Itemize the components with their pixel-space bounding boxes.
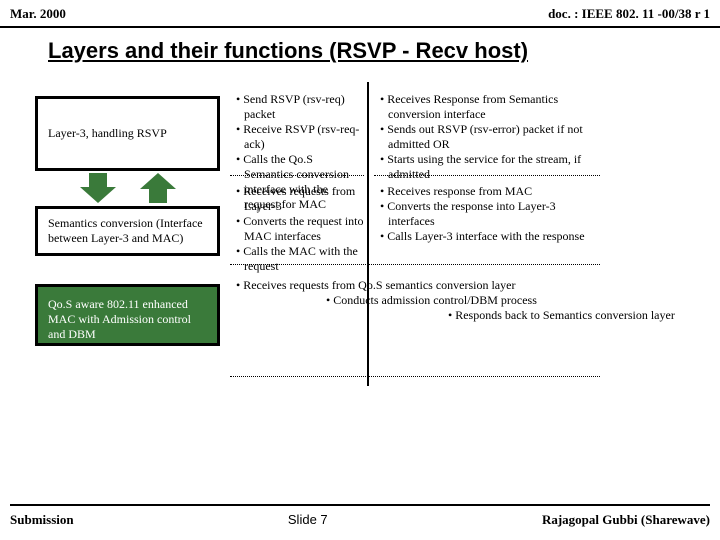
header-bar: Mar. 2000 doc. : IEEE 802. 11 -00/38 r 1	[0, 0, 720, 22]
dotted-rule	[374, 175, 600, 176]
bullet: Conducts admission control/DBM process	[326, 293, 704, 308]
box-semconv: Semantics conversion (Interface between …	[35, 206, 220, 256]
arrow-up-icon	[140, 173, 176, 203]
dotted-rule	[230, 264, 600, 265]
header-date: Mar. 2000	[10, 6, 66, 22]
bullet: Receive RSVP (rsv-req-ack)	[236, 122, 364, 152]
arrow-down-icon	[80, 173, 116, 203]
bullet: Receives Response from Semantics convers…	[380, 92, 594, 122]
bullet: Converts the response into Layer-3 inter…	[380, 199, 594, 229]
bullet: Calls Layer-3 interface with the respons…	[380, 229, 594, 244]
footer-slide: Slide 7	[288, 512, 328, 528]
dotted-rule	[230, 376, 600, 377]
footer-right: Rajagopal Gubbi (Sharewave)	[542, 512, 710, 528]
box-layer3: Layer-3, handling RSVP	[35, 96, 220, 171]
box-mac: Qo.S aware 802.11 enhanced MAC with Admi…	[35, 284, 220, 346]
footer: Submission Slide 7 Rajagopal Gubbi (Shar…	[0, 504, 720, 528]
box-layer3-label: Layer-3, handling RSVP	[48, 126, 167, 141]
row1-right: Receives Response from Semantics convers…	[380, 92, 594, 182]
box-semconv-label: Semantics conversion (Interface between …	[48, 216, 207, 246]
vertical-divider	[367, 82, 369, 386]
row2-left: Receives requests from Layer-3 Converts …	[236, 184, 364, 274]
bullet: Converts the request into MAC interfaces	[236, 214, 364, 244]
row3: Receives requests from Qo.S semantics co…	[236, 278, 704, 323]
box-mac-label: Qo.S aware 802.11 enhanced MAC with Admi…	[48, 297, 191, 341]
slide-title: Layers and their functions (RSVP - Recv …	[0, 28, 720, 64]
bullet: Sends out RSVP (rsv-error) packet if not…	[380, 122, 594, 152]
bullet: Calls the MAC with the request	[236, 244, 364, 274]
bullet: Receives requests from Qo.S semantics co…	[236, 278, 704, 293]
bullet: Receives requests from Layer-3	[236, 184, 364, 214]
bullet: Responds back to Semantics conversion la…	[448, 308, 704, 323]
footer-left: Submission	[10, 512, 74, 528]
footer-rule	[10, 504, 710, 506]
header-docid: doc. : IEEE 802. 11 -00/38 r 1	[548, 6, 710, 22]
bullet: Receives response from MAC	[380, 184, 594, 199]
row2-right: Receives response from MAC Converts the …	[380, 184, 594, 244]
bullet: Send RSVP (rsv-req) packet	[236, 92, 364, 122]
content-area: Layer-3, handling RSVP Semantics convers…	[0, 92, 720, 452]
dotted-rule	[230, 175, 364, 176]
bullet: Starts using the service for the stream,…	[380, 152, 594, 182]
